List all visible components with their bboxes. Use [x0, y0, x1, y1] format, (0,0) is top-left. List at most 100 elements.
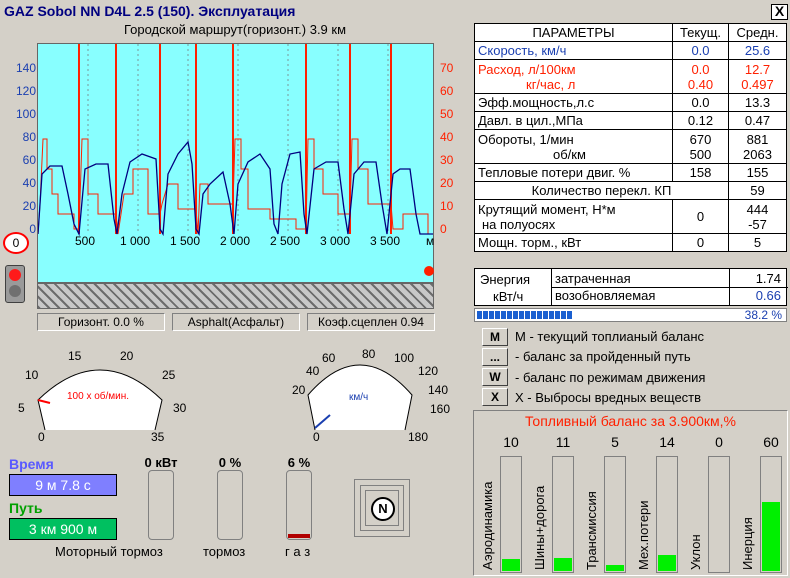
speedo-tick: 140 [428, 383, 449, 397]
y-right-tick: 70 [440, 61, 454, 75]
rpm-average-2: 2063 [743, 146, 772, 162]
y-right-tick: 40 [440, 130, 454, 144]
energy-spent: 1.74 [755, 271, 781, 286]
fuel-balance-value: 10 [503, 434, 519, 450]
params-table: ПАРАМЕТРЫ Текущ. Средн. Скорость, км/ч 0… [474, 23, 787, 252]
y-right-tick: 0 [440, 222, 447, 236]
fuel-label-1: Расход, л/100км [478, 61, 576, 77]
tacho-tick: 25 [162, 368, 176, 382]
fuel-average-2: 0.497 [741, 76, 774, 92]
close-button[interactable]: X [771, 4, 788, 20]
params-head: Средн. [728, 23, 787, 42]
fuel-balance-label: Уклон [688, 534, 703, 570]
speedo-tick: 120 [418, 364, 439, 378]
y-left-tick: 80 [22, 130, 36, 144]
energy-recov-label: возобновляемая [555, 288, 656, 303]
fuel-label-2: кг/час, л [526, 76, 576, 92]
fuel-current-2: 0.40 [687, 76, 714, 92]
speedo-tick: 40 [306, 364, 320, 378]
energy-block: Энергия кВт/ч затраченная возобновляемая… [474, 268, 788, 306]
x-unit: м [426, 234, 435, 248]
pressure-current: 0.12 [672, 111, 729, 130]
fuel-average-1: 12.7 [744, 61, 771, 77]
grade-status: Горизонт. 0.0 % [37, 313, 165, 331]
gas-bar [286, 470, 312, 540]
fuel-balance-value: 14 [659, 434, 675, 450]
tacho-tick: 5 [18, 401, 25, 415]
fuel-balance-value: 0 [715, 434, 723, 450]
speedo-tick: 180 [408, 430, 429, 444]
path-label: Путь [9, 500, 43, 516]
tacho-tick: 15 [68, 349, 82, 363]
x-tick: 3 000 [320, 234, 351, 248]
fuel-balance-value: 60 [763, 434, 779, 450]
current-balance-text: M - текущий топлианый баланс [515, 329, 705, 344]
brake-power-average: 5 [728, 233, 787, 252]
fuel-balance-title: Топливный баланс за 3.900км,% [524, 413, 737, 429]
rpm-current-2: 500 [689, 146, 712, 162]
engine-brake-bar [148, 470, 174, 540]
brake-power-label: Мощн. торм., кВт [474, 233, 673, 252]
fuel-balance-label: Трансмиссия [584, 491, 599, 570]
rpm-label-2: об/км [553, 146, 586, 162]
torque-average-2: -57 [748, 216, 767, 232]
fuel-balance-fill [762, 502, 780, 571]
tacho-tick: 35 [151, 430, 165, 444]
position-marker-icon [424, 266, 434, 276]
fuel-balance-fill [606, 565, 624, 571]
speedo-tick: 60 [322, 351, 336, 365]
x-tick: 3 500 [370, 234, 401, 248]
heat-label: Тепловые потери двиг. % [474, 163, 673, 182]
x-tick: 500 [75, 234, 96, 248]
time-value: 9 м 7.8 с [9, 474, 117, 496]
speedo-tick: 100 [394, 351, 415, 365]
speed-current: 0.0 [672, 41, 729, 60]
gas-value: 6 % [287, 455, 311, 470]
heat-current: 158 [672, 163, 729, 182]
y-right-tick: 20 [440, 176, 454, 190]
tacho-tick: 0 [38, 430, 45, 444]
time-label: Время [9, 456, 54, 472]
brake-value: 0 % [218, 455, 242, 470]
fuel-current-1: 0.0 [691, 61, 710, 77]
gear-indicator: N [371, 497, 395, 521]
shifts-average: 59 [728, 181, 787, 200]
mode-balance-text: - баланс по режимам движения [515, 370, 706, 385]
torque-label-1: Крутящий момент, Н*м [478, 201, 616, 217]
rpm-average-1: 881 [746, 131, 769, 147]
energy-recovered: 0.66 [755, 288, 781, 303]
speedo-tick: 20 [292, 383, 306, 397]
torque-label-2: на полуосях [482, 216, 556, 232]
fuel-balance-bar [656, 456, 678, 573]
fuel-balance-fill [502, 559, 520, 571]
fuel-balance-bar [500, 456, 522, 573]
y-left-tick: 60 [22, 153, 36, 167]
surface-status: Asphalt(Асфальт) [172, 313, 300, 331]
speedo-unit: км/ч [349, 392, 369, 403]
gear-selector[interactable]: N [354, 479, 410, 537]
red-light-icon [9, 269, 21, 281]
current-balance-button[interactable]: M [482, 328, 508, 346]
emissions-button[interactable]: X [482, 388, 508, 406]
gas-label: г а з [285, 544, 311, 559]
fuel-balance-bar [760, 456, 782, 573]
rpm-current-1: 670 [689, 131, 712, 147]
pressure-label: Давл. в цил.,МПа [474, 111, 673, 130]
fuel-balance-label: Мех.потери [636, 500, 651, 570]
fuel-balance-bar [708, 456, 730, 573]
mode-balance-button[interactable]: W [482, 368, 508, 386]
shifts-label: Количество перекл. КП [474, 181, 729, 200]
path-balance-button[interactable]: ... [482, 348, 508, 366]
speed-label: Скорость, км/ч [474, 41, 673, 60]
y-left-tick: 40 [22, 176, 36, 190]
fuel-balance-bar [552, 456, 574, 573]
brake-power-current: 0 [672, 233, 729, 252]
fuel-balance-label: Аэродинамика [480, 481, 495, 570]
speedo-tick: 80 [362, 347, 376, 361]
tacho-tick: 10 [25, 368, 39, 382]
heat-average: 155 [728, 163, 787, 182]
brake-bar [217, 470, 243, 540]
adhesion-status: Коэф.сцеплен 0.94 [307, 313, 435, 331]
fuel-balance-label: Инерция [740, 517, 755, 570]
y-right-tick: 10 [440, 199, 454, 213]
